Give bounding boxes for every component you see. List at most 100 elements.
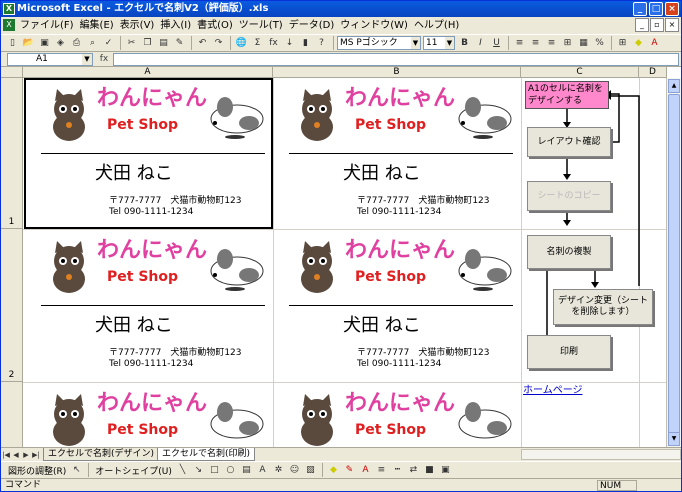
menu-tools[interactable]: ツール(T) (236, 17, 286, 34)
wordart-icon[interactable]: A (255, 463, 270, 478)
currency-icon[interactable]: ▦ (576, 36, 591, 51)
merge-center-icon[interactable]: ⊞ (560, 36, 575, 51)
italic-icon[interactable]: I (473, 36, 488, 51)
underline-icon[interactable]: U (489, 36, 504, 51)
doc-minimize-button[interactable]: _ (635, 18, 649, 32)
active-cell-a1[interactable] (24, 78, 273, 229)
save-icon[interactable]: ▣ (37, 36, 52, 51)
rectangle-icon[interactable]: □ (207, 463, 222, 478)
menu-window[interactable]: ウィンドウ(W) (337, 17, 411, 34)
font-size-select[interactable]: 11 ▼ (423, 36, 455, 50)
copy-icon[interactable]: ❐ (140, 36, 155, 51)
sheet-tab-design[interactable]: エクセルで名刺(デザイン) (43, 448, 160, 461)
shadow-icon[interactable]: ■ (422, 463, 437, 478)
picture-icon[interactable]: ▧ (303, 463, 318, 478)
3d-icon[interactable]: ▣ (438, 463, 453, 478)
scroll-down-icon[interactable]: ▼ (668, 432, 680, 446)
menu-data[interactable]: データ(D) (286, 17, 338, 34)
workbook-icon[interactable]: X (3, 19, 15, 31)
cut-icon[interactable]: ✂ (124, 36, 139, 51)
zoom-icon[interactable]: ? (314, 36, 329, 51)
sheet-tab-print[interactable]: エクセルで名刺(印刷) (157, 448, 256, 461)
worksheet-grid[interactable]: A B C D 1 2 わんにゃん Pet Shop 犬田 ねこ 〒777-77… (1, 67, 681, 447)
autoshape-menu[interactable]: オートシェイプ(U) (92, 464, 175, 477)
line-color-icon[interactable]: ✎ (342, 463, 357, 478)
select-objects-icon[interactable]: ↖ (69, 463, 84, 478)
duplicate-card-button[interactable]: 名刺の複製 (527, 235, 611, 269)
close-button[interactable]: × (665, 2, 679, 16)
font-name-select[interactable]: MS Pゴシック ▼ (337, 36, 421, 50)
menu-format[interactable]: 書式(O) (194, 17, 236, 34)
textbox-icon[interactable]: ▤ (239, 463, 254, 478)
scroll-thumb[interactable] (668, 94, 680, 434)
maximize-button[interactable]: □ (649, 2, 663, 16)
align-center-icon[interactable]: ≡ (528, 36, 543, 51)
dash-style-icon[interactable]: ┅ (390, 463, 405, 478)
formula-input[interactable] (113, 53, 679, 66)
minimize-button[interactable]: _ (633, 2, 647, 16)
redo-icon[interactable]: ↷ (211, 36, 226, 51)
permission-icon[interactable]: ◈ (53, 36, 68, 51)
percent-icon[interactable]: % (592, 36, 607, 51)
change-design-button[interactable]: デザイン変更（シートを削除します） (553, 289, 653, 325)
new-icon[interactable]: ▯ (5, 36, 20, 51)
font-color-icon[interactable]: A (358, 463, 373, 478)
align-right-icon[interactable]: ≡ (544, 36, 559, 51)
row-header-3[interactable] (1, 382, 23, 447)
prev-sheet-icon[interactable]: ◀ (11, 449, 21, 461)
font-color-icon[interactable]: A (647, 36, 662, 51)
paste-icon[interactable]: ▤ (156, 36, 171, 51)
copy-sheet-button[interactable]: シートのコピー (527, 181, 611, 211)
menu-help[interactable]: ヘルプ(H) (411, 17, 462, 34)
bold-icon[interactable]: B (457, 36, 472, 51)
print-icon[interactable]: ⎙ (69, 36, 84, 51)
row-header-2[interactable]: 2 (1, 229, 23, 382)
print-button[interactable]: 印刷 (527, 335, 611, 369)
column-header-a[interactable]: A (23, 67, 273, 78)
borders-icon[interactable]: ⊞ (615, 36, 630, 51)
excel-app-icon: X (3, 3, 15, 15)
last-sheet-icon[interactable]: ▶| (31, 449, 41, 461)
next-sheet-icon[interactable]: ▶ (21, 449, 31, 461)
column-header-d[interactable]: D (639, 67, 667, 78)
select-all-corner[interactable] (1, 67, 23, 78)
hyperlink-icon[interactable]: 🌐 (234, 36, 249, 51)
diagram-icon[interactable]: ✲ (271, 463, 286, 478)
oval-icon[interactable]: ○ (223, 463, 238, 478)
name-box[interactable]: A1 ▼ (7, 53, 93, 66)
menu-view[interactable]: 表示(V) (117, 17, 158, 34)
arrow-style-icon[interactable]: ⇄ (406, 463, 421, 478)
fill-color-icon[interactable]: ◆ (631, 36, 646, 51)
shapes-adjust-menu[interactable]: 図形の調整(R) (5, 464, 69, 477)
arrow-icon[interactable]: ↘ (191, 463, 206, 478)
chart-icon[interactable]: ▮ (298, 36, 313, 51)
format-painter-icon[interactable]: ✎ (172, 36, 187, 51)
doc-close-button[interactable]: × (665, 18, 679, 32)
sort-asc-icon[interactable]: ↓ (282, 36, 297, 51)
fx-icon[interactable]: fx (97, 53, 111, 66)
scroll-up-icon[interactable]: ▲ (668, 79, 680, 93)
undo-icon[interactable]: ↶ (195, 36, 210, 51)
open-icon[interactable]: 📂 (21, 36, 36, 51)
menu-insert[interactable]: 挿入(I) (157, 17, 194, 34)
line-style-icon[interactable]: ≡ (374, 463, 389, 478)
line-icon[interactable]: ╲ (175, 463, 190, 478)
preview-icon[interactable]: ⌕ (85, 36, 100, 51)
horizontal-scrollbar[interactable] (521, 449, 681, 460)
clipart-icon[interactable]: ☺ (287, 463, 302, 478)
autosum-icon[interactable]: Σ (250, 36, 265, 51)
homepage-link[interactable]: ホームページ (523, 381, 583, 396)
align-left-icon[interactable]: ≡ (512, 36, 527, 51)
column-header-b[interactable]: B (273, 67, 521, 78)
spelling-icon[interactable]: ✓ (101, 36, 116, 51)
first-sheet-icon[interactable]: |◀ (1, 449, 11, 461)
row-header-1[interactable]: 1 (1, 78, 23, 229)
layout-check-button[interactable]: レイアウト確認 (527, 127, 611, 157)
doc-restore-button[interactable]: ▫ (650, 18, 664, 32)
column-header-c[interactable]: C (521, 67, 639, 78)
menu-edit[interactable]: 編集(E) (77, 17, 117, 34)
menu-file[interactable]: ファイル(F) (17, 17, 77, 34)
fill-color-icon[interactable]: ◆ (326, 463, 341, 478)
vertical-scrollbar[interactable]: ▲ ▼ (666, 78, 681, 447)
function-icon[interactable]: fx (266, 36, 281, 51)
